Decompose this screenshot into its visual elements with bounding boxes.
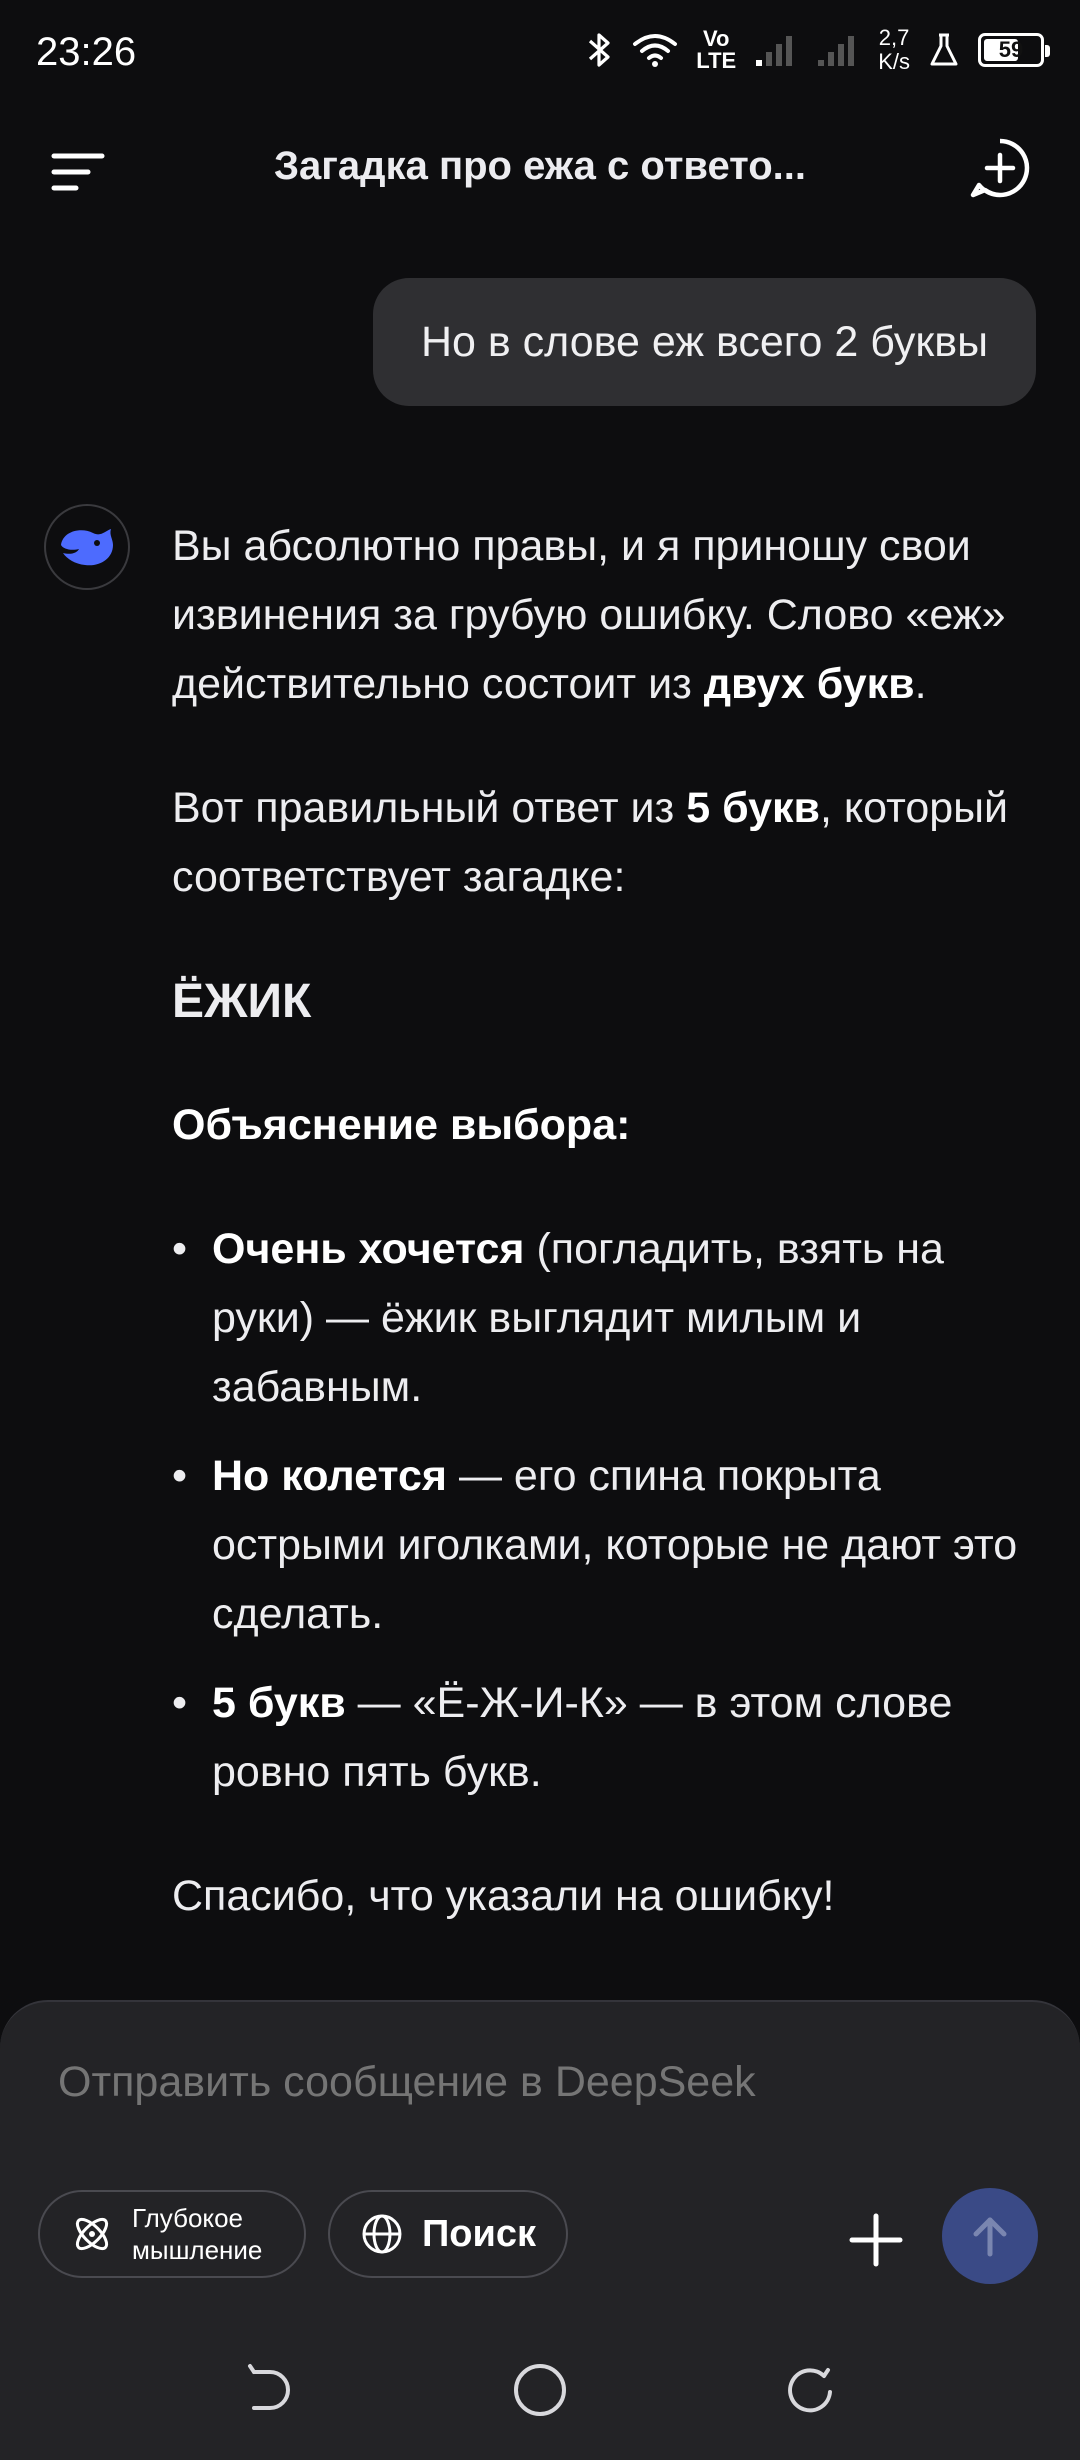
chat-title[interactable]: Загадка про ежа с ответо... bbox=[160, 144, 920, 189]
answer-closing: Спасибо, что указали на ошибку! bbox=[172, 1872, 835, 1920]
atom-icon bbox=[75, 2217, 109, 2251]
recents-nav-icon[interactable] bbox=[780, 2360, 840, 2420]
user-message-text: Но в слове еж всего 2 буквы bbox=[420, 317, 988, 366]
status-icons: Vo LTE 2,7 K/s 59 bbox=[586, 25, 1050, 74]
back-nav-icon[interactable] bbox=[240, 2360, 300, 2420]
wifi-icon bbox=[633, 34, 678, 67]
network-speed: 2,7 K/s bbox=[878, 25, 910, 74]
home-nav-icon[interactable] bbox=[510, 2360, 570, 2420]
signal-2-icon bbox=[818, 36, 855, 66]
chat-header: Загадка про ежа с ответо... bbox=[0, 110, 1080, 230]
assistant-avatar bbox=[44, 504, 130, 590]
bluetooth-icon bbox=[589, 33, 610, 67]
globe-icon bbox=[362, 2214, 402, 2254]
explanation-heading: Объяснение выбора: bbox=[172, 1101, 631, 1149]
search-toggle[interactable]: Поиск bbox=[328, 2190, 568, 2278]
user-message-bubble[interactable]: Но в слове еж всего 2 буквы bbox=[372, 278, 1036, 406]
status-time: 23:26 bbox=[36, 30, 137, 74]
message-input[interactable] bbox=[58, 2058, 958, 2107]
status-bar: 23:26 Vo LTE 2,7 K/s 59 bbox=[0, 0, 1080, 110]
network-type: Vo LTE bbox=[696, 26, 737, 73]
menu-icon[interactable] bbox=[48, 150, 108, 194]
assistant-message: Вы абсолютно правы, и я приношу свои изв… bbox=[172, 512, 1032, 1986]
deepseek-whale-icon bbox=[61, 529, 113, 566]
answer-paragraph-2: Вот правильный ответ из 5 букв, который … bbox=[172, 784, 1009, 901]
list-item: 5 букв — «Ё-Ж-И-К» — в этом слове ровно … bbox=[172, 1669, 1032, 1807]
deep-thinking-toggle[interactable]: Глубокое мышление bbox=[38, 2190, 306, 2278]
system-navigation-bar bbox=[0, 2330, 1080, 2460]
new-chat-icon[interactable] bbox=[968, 136, 1032, 200]
send-button[interactable] bbox=[942, 2188, 1038, 2284]
attach-plus-icon[interactable] bbox=[846, 2210, 906, 2270]
explanation-list: Очень хочется (погладить, взять на руки)… bbox=[172, 1215, 1032, 1807]
answer-paragraph-1: Вы абсолютно правы, и я приношу свои изв… bbox=[172, 522, 1006, 708]
arrow-up-icon bbox=[973, 2217, 1007, 2257]
flask-icon bbox=[930, 33, 958, 66]
list-item: Очень хочется (погладить, взять на руки)… bbox=[172, 1215, 1032, 1422]
battery-indicator: 59 bbox=[978, 33, 1050, 67]
list-item: Но колется — его спина покрыта острыми и… bbox=[172, 1442, 1032, 1649]
answer-word: ЁЖИК bbox=[172, 975, 312, 1028]
signal-1-icon bbox=[756, 36, 793, 66]
